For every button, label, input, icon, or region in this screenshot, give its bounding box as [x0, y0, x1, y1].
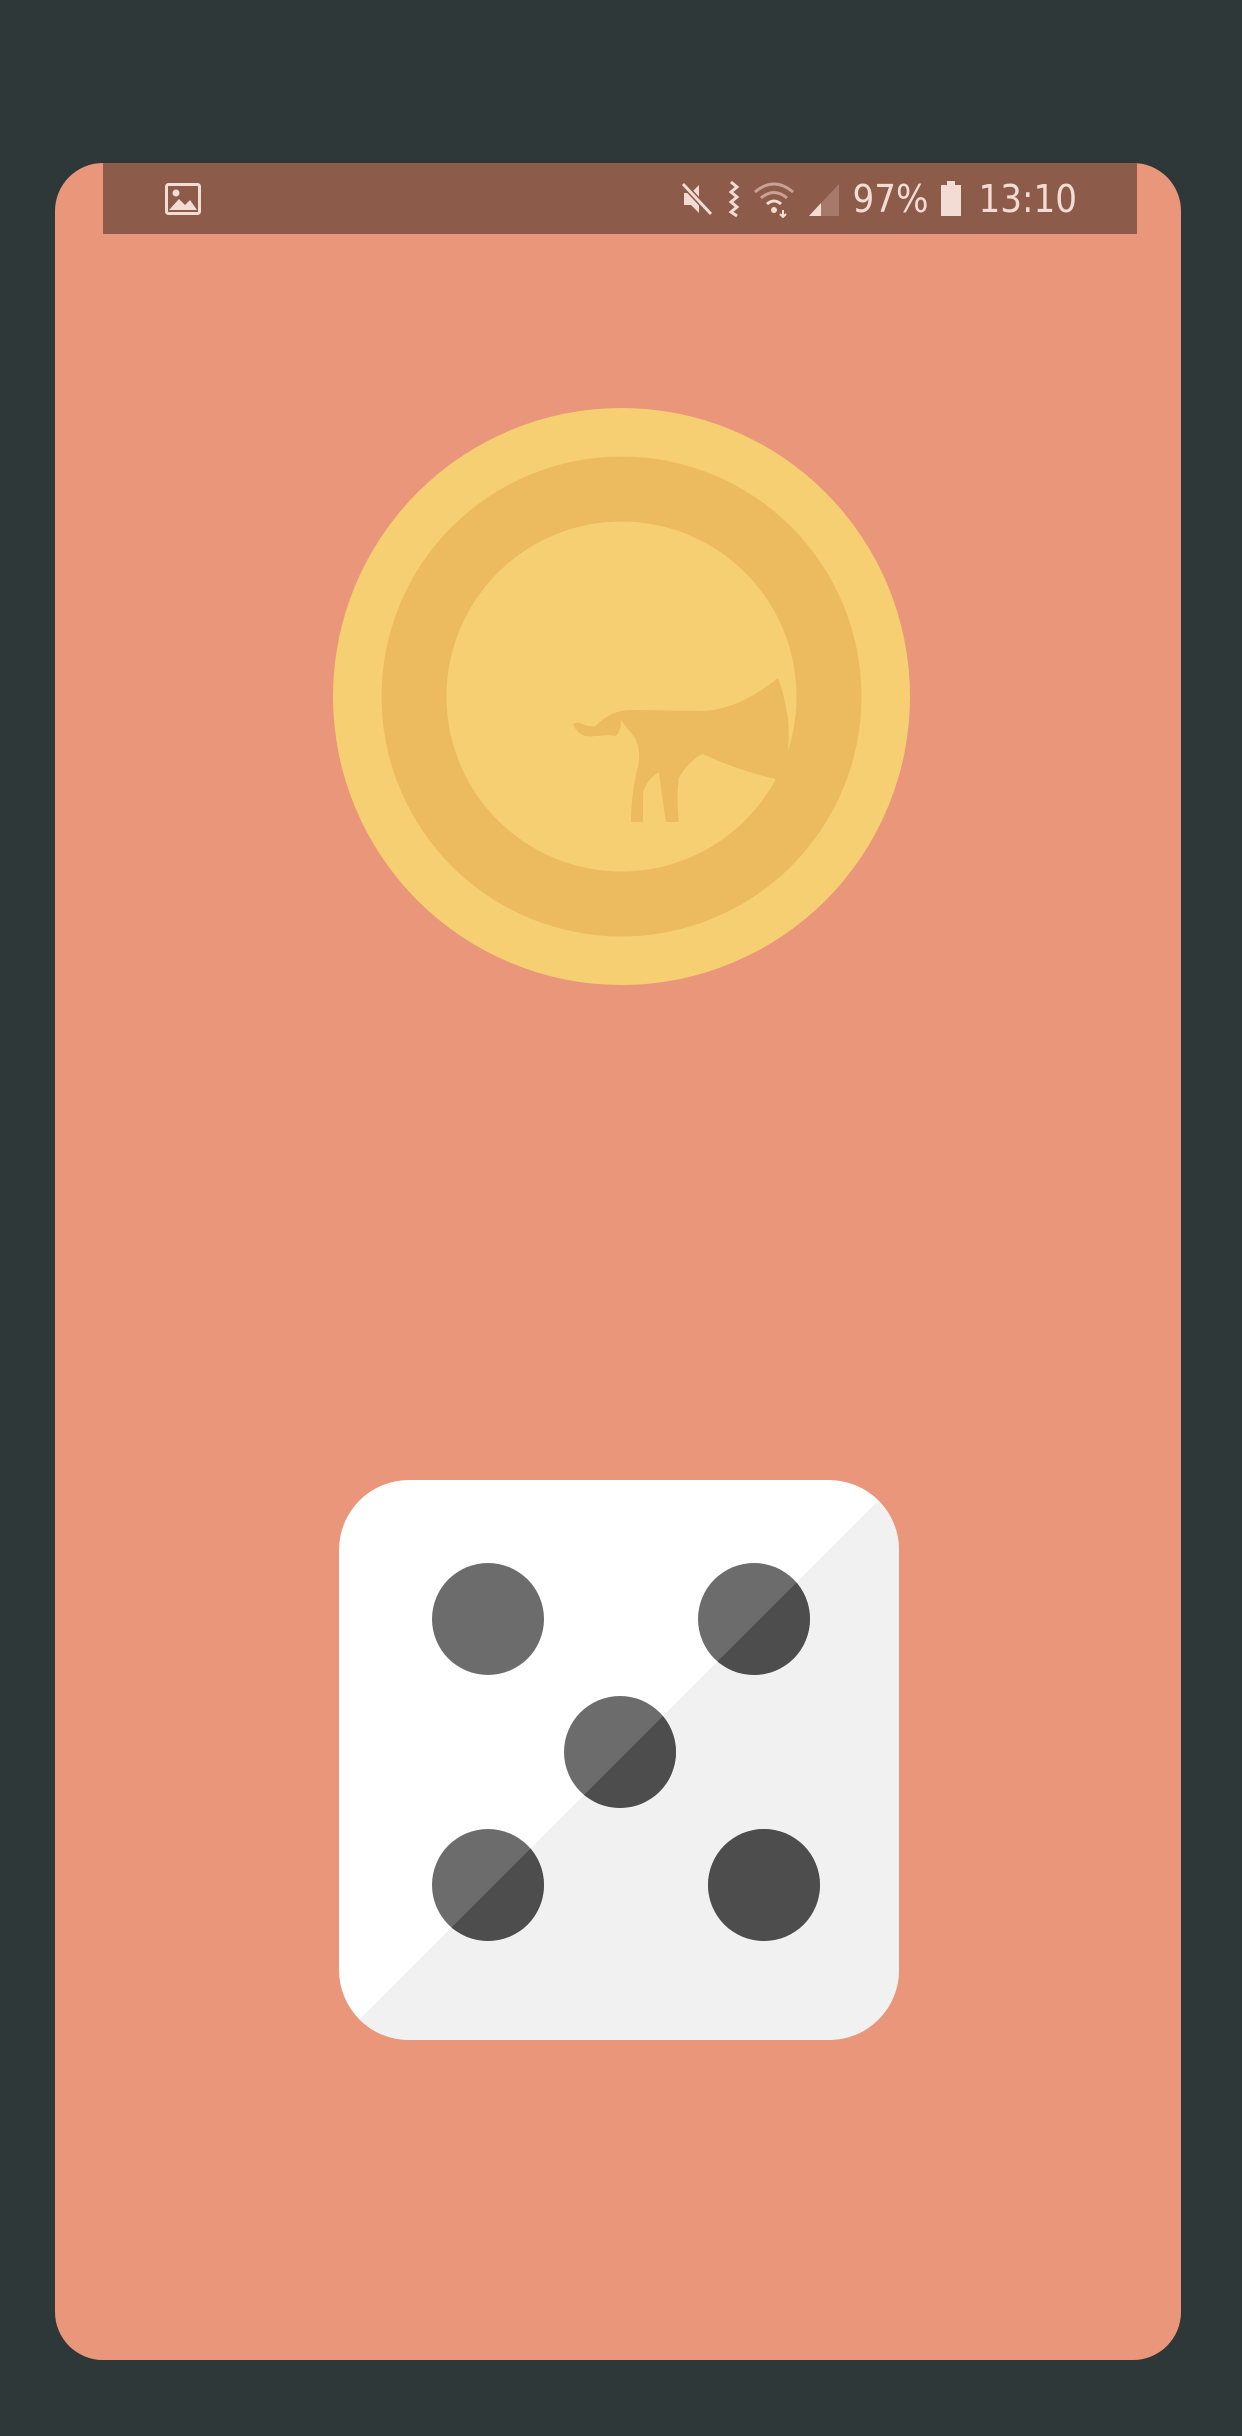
- coin-with-animal-icon[interactable]: [333, 408, 910, 985]
- gallery-notification-icon: [165, 183, 201, 215]
- dice-five-icon[interactable]: [339, 1480, 899, 2040]
- battery-percent: 97%: [852, 176, 929, 221]
- wifi-icon: [753, 180, 795, 218]
- app-screen: 97% 13:10: [55, 163, 1181, 2360]
- battery-icon: [940, 180, 962, 217]
- vibrate-icon: [727, 180, 741, 218]
- clock-time: 13:10: [978, 176, 1077, 221]
- signal-icon: [807, 180, 841, 218]
- mute-icon: [680, 180, 715, 218]
- status-bar: 97% 13:10: [103, 163, 1137, 234]
- status-icons: 97% 13:10: [680, 163, 1077, 234]
